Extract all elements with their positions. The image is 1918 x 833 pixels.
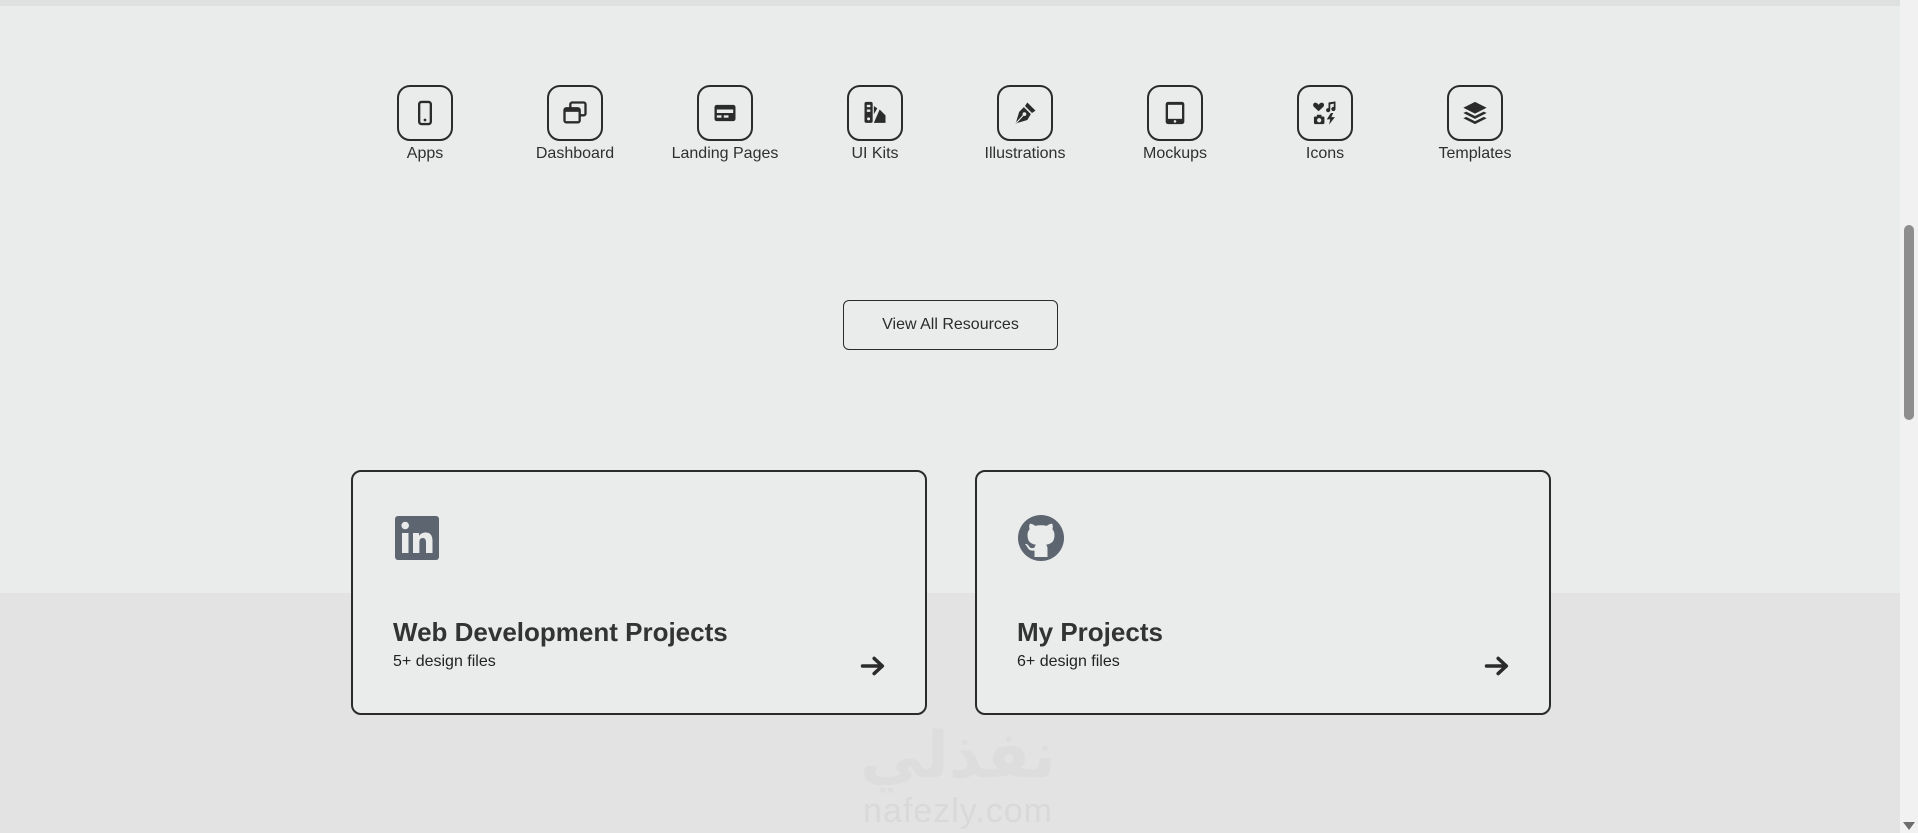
tablet-icon [1165,101,1185,125]
nafezly-watermark: نفذلي nafezly.com [848,720,1068,833]
pen-nib-icon [1015,102,1036,124]
category-label: Dashboard [535,145,615,162]
project-card-web-development[interactable]: Web Development Projects 5+ design files [351,470,927,715]
mobile-phone-icon [418,100,432,126]
scrollbar-thumb[interactable] [1904,225,1914,420]
category-icon-box [547,85,603,141]
watermark-arabic-text: نفذلي [860,719,1056,791]
category-label: UI Kits [851,145,899,162]
layers-icon [1463,101,1487,125]
card-subtitle: 5+ design files [393,653,496,670]
card-title: Web Development Projects [393,617,728,647]
category-icon-box [847,85,903,141]
category-apps[interactable]: Apps [355,85,495,163]
category-icon-box [1147,85,1203,141]
view-all-resources-button[interactable]: View All Resources [843,300,1058,350]
category-dashboard[interactable]: Dashboard [505,85,645,163]
card-subtitle: 6+ design files [1017,653,1120,670]
category-label: Icons [1305,145,1345,162]
category-mockups[interactable]: Mockups [1105,85,1245,163]
category-icon-box [1447,85,1503,141]
github-icon [1018,515,1064,561]
category-nav: Apps Dashboard Landing Pages UI Kits Ill… [0,0,1900,180]
icons-collection-icon [1313,101,1336,125]
category-illustrations[interactable]: Illustrations [955,85,1095,163]
windows-stack-icon [563,101,587,124]
scroll-down-arrow-icon[interactable] [1903,822,1915,830]
category-icon-box [397,85,453,141]
category-label: Templates [1438,145,1512,162]
category-icon-box [997,85,1053,141]
vertical-scrollbar[interactable] [1900,0,1918,833]
category-label: Landing Pages [671,145,779,162]
category-ui-kits[interactable]: UI Kits [805,85,945,163]
category-label: Apps [406,145,444,162]
category-icon-box [1297,85,1353,141]
category-landing-pages[interactable]: Landing Pages [655,85,795,163]
credit-card-icon [714,104,736,122]
category-label: Mockups [1142,145,1208,162]
arrow-right-icon [1484,656,1509,676]
arrow-right-icon [860,656,885,676]
project-card-my-projects[interactable]: My Projects 6+ design files [975,470,1551,715]
category-templates[interactable]: Templates [1405,85,1545,163]
linkedin-icon [395,516,439,560]
watermark-latin-text: nafezly.com [863,792,1053,830]
category-label: Illustrations [984,145,1066,162]
card-title: My Projects [1017,617,1163,647]
swatchbook-icon [864,101,886,123]
category-icon-box [697,85,753,141]
category-icons[interactable]: Icons [1255,85,1395,163]
